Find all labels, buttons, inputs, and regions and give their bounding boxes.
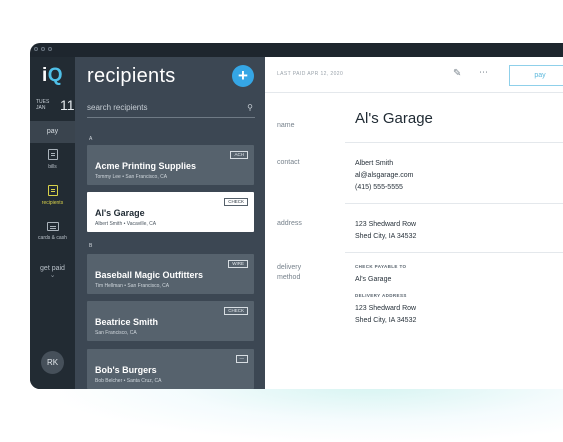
more-icon[interactable]: ⋯ (479, 67, 489, 78)
recipient-card[interactable]: WIRE Baseball Magic Outfitters Tim Hellm… (87, 254, 254, 294)
nav-cards-label: cards & cash (38, 235, 67, 241)
get-paid-label: get paid (40, 265, 65, 272)
address-line-2: Shed City, IA 34532 (355, 233, 417, 240)
contact-label: contact (277, 159, 300, 166)
nav-pay[interactable]: pay (30, 121, 75, 143)
cards-icon (46, 222, 59, 231)
nav-bills[interactable]: bills (30, 149, 75, 170)
nav-cards-cash[interactable]: cards & cash (30, 222, 75, 241)
last-paid-date: LAST PAID APR 12, 2020 (277, 71, 344, 77)
delivery-address-heading: DELIVERY ADDRESS (355, 293, 407, 298)
recipient-card[interactable]: — Bob's Burgers Bob Belcher • Santa Cruz… (87, 349, 254, 389)
recipient-name: Bob's Burgers (95, 365, 157, 375)
recipient-name: Beatrice Smith (95, 317, 159, 327)
nav-recipients[interactable]: recipients (30, 185, 75, 206)
payment-type-badge: CHECK (224, 307, 248, 315)
recipient-detail-panel: LAST PAID APR 12, 2020 ✎ ⋯ pay name Al's… (265, 57, 563, 389)
logo-accent-letter: Q (47, 65, 64, 86)
divider (345, 252, 563, 253)
avatar[interactable]: RK (41, 351, 64, 374)
page-title: recipients (87, 65, 176, 87)
payment-type-badge: CHECK (224, 198, 248, 206)
divider (345, 203, 563, 204)
recipient-name: Baseball Magic Outfitters (95, 270, 204, 280)
recipient-meta: Bob Belcher • Santa Cruz, CA (95, 378, 162, 384)
payment-type-badge: WIRE (228, 260, 248, 268)
divider (345, 142, 563, 143)
nav-rail: iQ TUES JAN 11 pay bills recipients card… (30, 57, 75, 389)
delivery-address-line-1: 123 Shedward Row (355, 305, 417, 312)
contact-name: Albert Smith (355, 160, 394, 167)
address-label: address (277, 220, 302, 227)
window-dot-icon[interactable] (41, 47, 45, 51)
check-payable-value: Al's Garage (355, 276, 392, 283)
delivery-label: delivery (277, 264, 302, 271)
bills-icon (47, 149, 58, 160)
section-letter-a: A (89, 136, 93, 142)
window-controls (34, 47, 52, 51)
app-logo[interactable]: iQ (42, 65, 63, 87)
window-dot-icon[interactable] (34, 47, 38, 51)
delivery-label-2: method (277, 274, 301, 281)
recipient-meta: San Francisco, CA (95, 330, 137, 336)
recipient-meta: Tommy Lee • San Francisco, CA (95, 174, 168, 180)
recipient-meta: Tim Hellman • San Francisco, CA (95, 283, 170, 289)
detail-header: LAST PAID APR 12, 2020 ✎ ⋯ pay (265, 57, 563, 93)
date-display: TUES JAN 11 (36, 97, 75, 113)
nav-get-paid[interactable]: get paid ⌄ (30, 265, 75, 279)
delivery-address-line-2: Shed City, IA 34532 (355, 317, 417, 324)
search-placeholder: search recipients (87, 103, 148, 112)
pay-button[interactable]: pay (509, 65, 563, 86)
name-label: name (277, 122, 295, 129)
recipient-meta: Albert Smith • Vacaville, CA (95, 221, 157, 227)
section-letter-b: B (89, 243, 93, 249)
date-month: JAN (36, 105, 46, 111)
app-window: iQ TUES JAN 11 pay bills recipients card… (30, 43, 563, 389)
recipients-icon (47, 185, 58, 196)
recipient-name: Al's Garage (95, 208, 145, 218)
recipient-card-selected[interactable]: CHECK Al's Garage Albert Smith • Vacavil… (87, 192, 254, 232)
payment-type-badge: ACH (230, 151, 248, 159)
nav-bills-label: bills (48, 164, 57, 170)
chevron-down-icon: ⌄ (49, 272, 56, 279)
recipients-list-panel: recipients + search recipients ⚲ A ACH A… (75, 57, 265, 389)
check-payable-heading: CHECK PAYABLE TO (355, 264, 407, 269)
recipient-card[interactable]: ACH Acme Printing Supplies Tommy Lee • S… (87, 145, 254, 185)
edit-icon[interactable]: ✎ (453, 68, 461, 79)
nav-recipients-label: recipients (41, 200, 64, 206)
search-icon[interactable]: ⚲ (247, 102, 253, 114)
contact-email[interactable]: al@alsgarage.com (355, 170, 413, 181)
recipient-name: Acme Printing Supplies (95, 161, 197, 171)
payment-type-badge: — (235, 355, 248, 363)
name-value: Al's Garage (355, 110, 433, 127)
address-line-1: 123 Shedward Row (355, 221, 417, 228)
search-input[interactable]: search recipients ⚲ (87, 102, 255, 118)
contact-phone[interactable]: (415) 555-5555 (355, 182, 403, 193)
recipient-card[interactable]: CHECK Beatrice Smith San Francisco, CA (87, 301, 254, 341)
date-day: 11 (60, 97, 75, 113)
window-dot-icon[interactable] (48, 47, 52, 51)
add-recipient-button[interactable]: + (232, 65, 254, 87)
